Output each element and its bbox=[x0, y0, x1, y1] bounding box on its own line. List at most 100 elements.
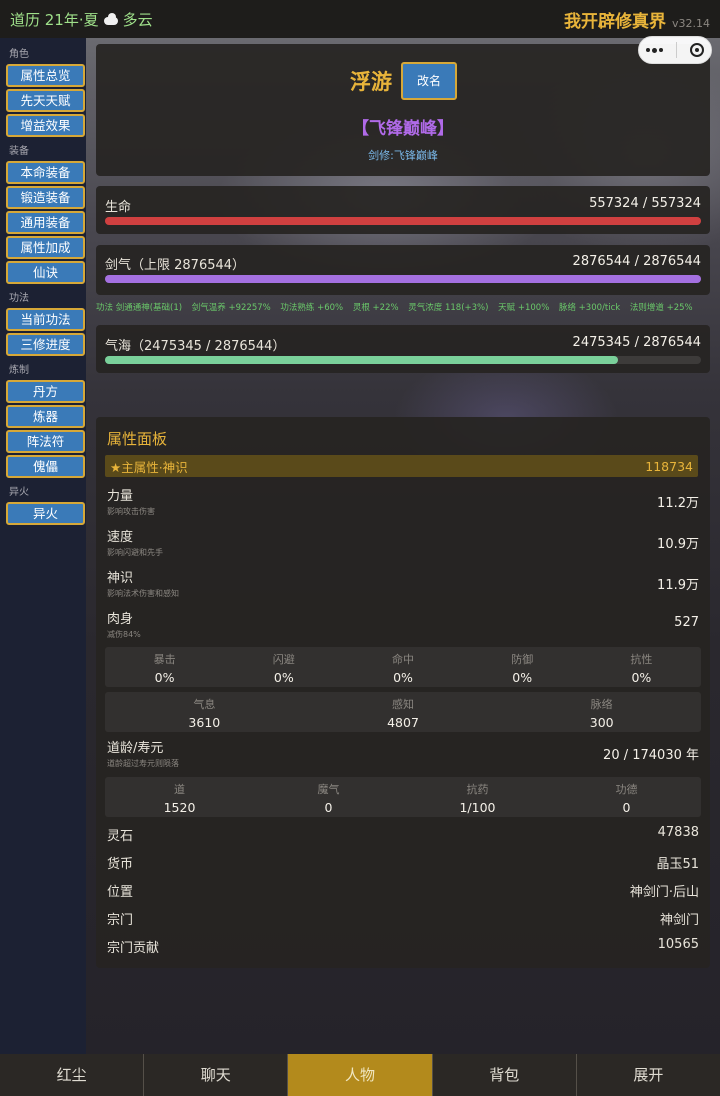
sidebar-item-formations[interactable]: 阵法符 bbox=[6, 430, 85, 453]
tab-character[interactable]: 人物 bbox=[288, 1054, 433, 1096]
stat-row: 力量 影响攻击伤害 11.2万 bbox=[107, 485, 699, 517]
grid-value: 1/100 bbox=[459, 800, 496, 815]
grid-value: 0% bbox=[393, 670, 413, 685]
stat-row: 神识 影响法术伤害和感知 11.9万 bbox=[107, 567, 699, 599]
sidebar-item-attribute-overview[interactable]: 属性总览 bbox=[6, 64, 85, 87]
calendar-text: 道历 21年·夏 bbox=[10, 10, 99, 29]
version-label: v32.14 bbox=[671, 16, 710, 30]
grid-header: 感知 bbox=[392, 698, 414, 711]
grid-header: 道 bbox=[174, 783, 185, 796]
buff-item: 功法 剑通通神(基础(1) bbox=[96, 303, 183, 313]
info-key: 货币 bbox=[107, 857, 134, 872]
grid-value: 4807 bbox=[387, 715, 419, 730]
more-icon[interactable] bbox=[645, 47, 663, 53]
info-row: 宗门 神剑门 bbox=[107, 909, 699, 928]
info-row: 灵石 47838 bbox=[107, 825, 699, 844]
tab-backpack[interactable]: 背包 bbox=[433, 1054, 577, 1096]
grid-header: 气息 bbox=[193, 698, 216, 711]
sidebar-item-immortal-art[interactable]: 仙诀 bbox=[6, 261, 85, 284]
stat-name: 神识 bbox=[107, 571, 134, 586]
life-value: 557324 / 557324 bbox=[589, 196, 701, 211]
character-card: 浮游 改名 【飞锋巅峰】 剑修:飞锋巅峰 bbox=[96, 44, 710, 176]
sidebar-item-strange-fire[interactable]: 异火 bbox=[6, 502, 85, 525]
tab-chat[interactable]: 聊天 bbox=[144, 1054, 289, 1096]
sidebar-item-innate-talent[interactable]: 先天天赋 bbox=[6, 89, 85, 112]
weather-text: 多云 bbox=[122, 10, 153, 29]
sidebar-item-puppets[interactable]: 傀儡 bbox=[6, 455, 85, 478]
buff-item: 灵根 +22% bbox=[352, 303, 399, 313]
info-row: 位置 神剑门·后山 bbox=[107, 881, 699, 900]
sidebar-item-buffs[interactable]: 增益效果 bbox=[6, 114, 85, 137]
sword-qi-bar-fill bbox=[105, 275, 701, 283]
grid-header: 暴击 bbox=[153, 653, 176, 666]
grid-header: 命中 bbox=[392, 653, 414, 666]
grid-header: 脉络 bbox=[590, 698, 613, 711]
miniprogram-capsule bbox=[638, 36, 712, 64]
sword-qi-panel: 剑气（上限 2876544） 2876544 / 2876544 bbox=[96, 245, 710, 295]
stat-name: 速度 bbox=[107, 530, 134, 545]
sidebar-item-attribute-bonus[interactable]: 属性加成 bbox=[6, 236, 85, 259]
grid-value: 3610 bbox=[188, 715, 221, 730]
sidebar-item-forged-equipment[interactable]: 锻造装备 bbox=[6, 186, 85, 209]
character-title: 【飞锋巅峰】 bbox=[352, 119, 454, 139]
info-value: 47838 bbox=[657, 825, 699, 840]
qi-sea-value: 2475345 / 2876544 bbox=[572, 335, 701, 350]
sidebar-group-label: 角色 bbox=[9, 49, 29, 60]
stat-desc: 影响闪避和先手 bbox=[107, 548, 163, 557]
stat-value: 527 bbox=[674, 615, 699, 630]
attribute-panel-title: 属性面板 bbox=[107, 430, 168, 448]
grid-header: 闪避 bbox=[272, 653, 295, 666]
stat-value: 11.2万 bbox=[657, 496, 699, 511]
sword-qi-bar bbox=[105, 275, 701, 283]
close-target-icon[interactable] bbox=[690, 43, 705, 57]
character-subtitle: 剑修:飞锋巅峰 bbox=[368, 149, 438, 162]
info-key: 灵石 bbox=[107, 829, 134, 844]
inner-stats-grid: 气息 3610 感知 4807 脉络 300 bbox=[105, 692, 701, 732]
buff-item: 法则增道 +25% bbox=[629, 303, 693, 313]
info-value: 神剑门 bbox=[659, 913, 699, 928]
age-row: 道龄/寿元 道龄超过寿元则陨落 20 / 174030 年 bbox=[107, 737, 699, 769]
age-desc: 道龄超过寿元则陨落 bbox=[107, 759, 179, 768]
life-label: 生命 bbox=[105, 200, 132, 215]
grid-value: 0 bbox=[622, 800, 631, 815]
info-value: 10565 bbox=[657, 937, 699, 952]
buff-item: 灵气浓度 118(+3%) bbox=[408, 303, 489, 313]
stat-name: 力量 bbox=[107, 489, 134, 504]
age-label: 道龄/寿元 bbox=[107, 741, 164, 756]
rename-button[interactable]: 改名 bbox=[401, 62, 457, 100]
attribute-panel: 属性面板 ★主属性·神识 118734 力量 影响攻击伤害 11.2万 速度 影… bbox=[96, 417, 710, 968]
grid-value: 0% bbox=[154, 670, 175, 685]
sidebar-item-general-equipment[interactable]: 通用装备 bbox=[6, 211, 85, 234]
buff-item: 功法熟练 +60% bbox=[280, 303, 344, 313]
tab-expand[interactable]: 展开 bbox=[577, 1054, 720, 1096]
grid-header: 功德 bbox=[615, 783, 638, 796]
sidebar-item-recipes[interactable]: 丹方 bbox=[6, 380, 85, 403]
stat-name: 肉身 bbox=[107, 612, 134, 627]
sidebar-group-label: 异火 bbox=[9, 487, 29, 498]
buff-item: 剑气温养 +92257% bbox=[191, 303, 271, 313]
sidebar-item-natal-equipment[interactable]: 本命装备 bbox=[6, 161, 85, 184]
character-name: 浮游 bbox=[350, 70, 392, 94]
qi-sea-bar-fill bbox=[105, 356, 618, 364]
sword-qi-label: 剑气（上限 2876544） bbox=[105, 258, 246, 273]
life-bar-fill bbox=[105, 217, 701, 225]
sidebar-group-label: 炼制 bbox=[9, 365, 29, 376]
info-value: 晶玉51 bbox=[656, 857, 699, 872]
stat-desc: 减伤84% bbox=[107, 630, 141, 639]
qi-sea-bar bbox=[105, 356, 701, 364]
sidebar-item-triple-progress[interactable]: 三修进度 bbox=[6, 333, 85, 356]
grid-value: 0 bbox=[324, 800, 333, 815]
stat-desc: 影响法术伤害和感知 bbox=[107, 589, 179, 598]
main-attribute-label: ★主属性·神识 bbox=[110, 459, 188, 475]
dao-stats-grid: 道 1520 魔气 0 抗药 1/100 功德 0 bbox=[105, 777, 701, 817]
stat-row: 速度 影响闪避和先手 10.9万 bbox=[107, 526, 699, 558]
qi-sea-label: 气海（2475345 / 2876544） bbox=[105, 339, 286, 354]
tab-mortal-world[interactable]: 红尘 bbox=[0, 1054, 145, 1096]
grid-value: 1520 bbox=[163, 800, 196, 815]
sidebar-group-label: 装备 bbox=[9, 146, 29, 157]
info-row: 货币 晶玉51 bbox=[107, 853, 699, 872]
grid-header: 抗药 bbox=[466, 783, 489, 796]
sidebar-group-label: 功法 bbox=[9, 293, 29, 304]
sidebar-item-current-technique[interactable]: 当前功法 bbox=[6, 308, 85, 331]
sidebar-item-forging[interactable]: 炼器 bbox=[6, 405, 85, 428]
